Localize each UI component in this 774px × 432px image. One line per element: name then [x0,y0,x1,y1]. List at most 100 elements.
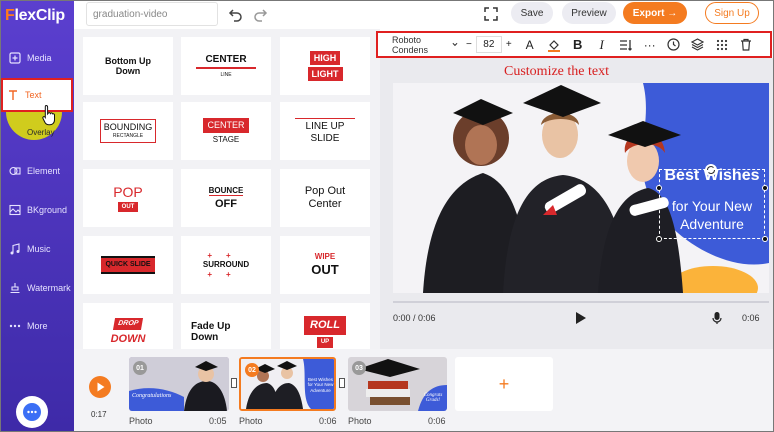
clip-caption: Best Wishes for Your New Adventure [307,377,334,393]
chevron-down-icon [452,42,458,47]
template-card[interactable]: ++ SURROUND ++ [181,236,271,294]
sidebar-item-media[interactable]: Media [5,43,71,73]
redo-icon[interactable] [252,6,268,22]
clip-type-label: Photo [348,416,372,426]
template-card[interactable]: POP OUT [83,169,173,227]
hand-cursor-icon [42,104,55,126]
save-button[interactable]: Save [511,2,553,24]
resize-handle[interactable] [656,236,662,242]
delete-button[interactable] [734,38,758,51]
project-name-input[interactable]: graduation-video [86,2,218,26]
increase-size-button[interactable]: + [506,39,512,50]
template-card[interactable]: LINE UP SLIDE [280,102,370,160]
export-button[interactable]: Export → [623,2,687,24]
template-card[interactable]: BOUNCE OFF [181,169,271,227]
add-clip-button[interactable]: + [455,357,553,411]
timeline-clip[interactable]: 01 Congratulations [129,357,229,411]
text-color-button[interactable]: A [518,38,542,52]
template-subtitle: OUT [311,262,339,278]
template-title: DROP [112,318,144,331]
sidebar-item-watermark[interactable]: Watermark [5,273,71,303]
decrease-size-button[interactable]: − [466,39,472,50]
sidebar-item-overlay[interactable]: Overlay [27,128,55,137]
export-label: Export [632,7,665,19]
align-button[interactable] [614,39,638,51]
music-icon [10,243,20,255]
template-card[interactable]: Fade Up Down [181,303,271,349]
font-name: Roboto Condens [392,34,429,55]
template-title: CENTER [203,118,249,133]
template-card[interactable]: Pop Out Center [280,169,370,227]
play-icon[interactable] [575,311,587,325]
background-icon [9,204,21,216]
template-card[interactable]: CENTER STAGE [181,102,271,160]
sidebar-item-bkground[interactable]: BKground [5,195,71,225]
template-subtitle: SLIDE [310,132,340,144]
template-subtitle: STAGE [212,134,240,144]
undo-icon[interactable] [228,6,244,22]
clip-duration: 0:06 [742,313,760,323]
timeline-clip[interactable]: 03 Congrats Grads! [348,357,447,411]
sidebar-item-label: Music [27,244,51,254]
resize-handle[interactable] [762,236,768,242]
signup-button[interactable]: Sign Up [705,2,759,24]
template-subtitle: DOWN [110,333,146,346]
transition-handle[interactable] [339,378,345,388]
timeline-clip-selected[interactable]: 02 Best Wishes for Your New Adventure [239,357,336,411]
flexclip-logo[interactable]: FlexClip [5,7,65,25]
template-card[interactable]: CENTER LINE [181,37,271,95]
microphone-icon[interactable] [712,311,722,325]
template-title: BOUNCE [208,185,244,196]
template-title: QUICK SLIDE [101,255,155,275]
resize-handle[interactable] [762,185,768,191]
timing-button[interactable] [662,38,686,51]
canvas-text-line3[interactable]: Adventure [661,216,763,232]
sidebar-item-music[interactable]: Music [5,234,71,264]
resize-handle[interactable] [656,185,662,191]
template-card[interactable]: Bottom Up Down [83,37,173,95]
red-line [295,118,355,119]
rotate-handle-icon[interactable] [704,163,718,177]
template-subtitle: Down [191,332,219,343]
more-options-button[interactable]: ··· [638,38,662,52]
template-card[interactable]: WIPE OUT [280,236,370,294]
template-card[interactable]: BOUNDING RECTANGLE [83,102,173,160]
chat-button[interactable] [16,396,48,428]
clip-type-label: Photo [129,416,153,426]
template-card[interactable]: DROP DOWN [83,303,173,349]
template-title: ROLL [304,316,346,335]
layers-button[interactable] [686,38,710,51]
paint-bucket-icon [547,39,560,52]
grid-button[interactable] [710,39,734,51]
font-size-input[interactable]: 82 [475,36,502,53]
template-card[interactable]: HIGH LIGHT [280,37,370,95]
video-canvas[interactable]: Best Wishes for Your New Adventure [393,83,769,293]
sidebar-item-element[interactable]: Element [5,156,71,186]
playback-progress[interactable] [393,301,769,303]
clip-number: 01 [133,361,147,375]
canvas-text-line2[interactable]: for Your New [661,198,763,215]
preview-button[interactable]: Preview [562,2,616,24]
bounding-box: BOUNDING RECTANGLE [99,118,157,144]
sidebar-item-text[interactable]: Text [1,78,73,112]
template-subtitle: LIGHT [307,67,343,82]
italic-button[interactable]: I [590,37,614,53]
playback-time: 0:00 / 0:06 [393,313,436,323]
media-plus-icon [9,52,21,64]
clock-icon [667,38,680,51]
bold-button[interactable]: B [566,37,590,52]
template-title: POP [113,183,143,200]
sidebar-item-label: More [27,321,48,331]
template-title: LINE UP [305,121,345,132]
timeline-play-button[interactable] [89,376,111,398]
template-card[interactable]: QUICK SLIDE [83,236,173,294]
template-subtitle: UP [316,336,334,348]
template-card[interactable]: ROLL UP [280,303,370,349]
highlight-color-button[interactable] [542,38,566,52]
sidebar-item-more[interactable]: More [5,311,71,341]
fullscreen-icon[interactable] [484,7,498,21]
font-select[interactable]: Roboto Condens [378,35,458,55]
timeline-total-time: 0:17 [91,410,107,419]
transition-handle[interactable] [231,378,237,388]
red-underline [196,67,256,69]
